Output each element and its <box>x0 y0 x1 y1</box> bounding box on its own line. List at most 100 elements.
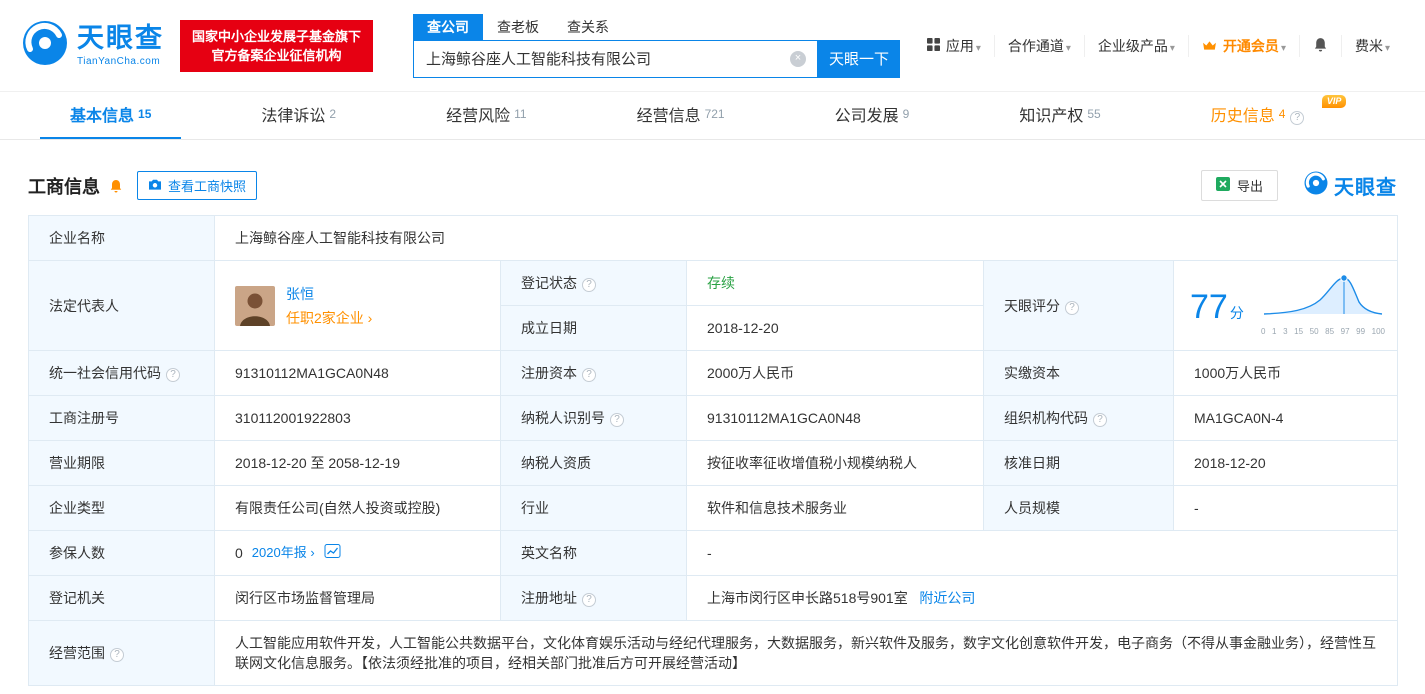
help-icon[interactable] <box>166 368 180 382</box>
reg-capital-value: 2000万人民币 <box>686 350 984 396</box>
search-tab-company[interactable]: 查公司 <box>413 13 484 40</box>
field-label: 工商注册号 <box>28 395 215 441</box>
field-label: 登记机关 <box>28 575 215 621</box>
tab-legal[interactable]: 法律诉讼 2 <box>231 91 366 139</box>
credit-code-value: 91310112MA1GCA0N48 <box>214 350 501 396</box>
grid-apps-icon <box>926 37 940 54</box>
legal-rep-avatar[interactable] <box>235 285 275 326</box>
field-label: 统一社会信用代码 <box>28 350 215 396</box>
field-label: 核准日期 <box>983 440 1174 486</box>
page-tabbar: 基本信息 15 法律诉讼 2 经营风险 11 经营信息 721 公司发展 9 知识产权 55… <box>0 92 1425 140</box>
legal-rep-link[interactable]: 张恒 <box>286 284 372 304</box>
field-label: 法定代表人 <box>28 260 215 351</box>
tab-basic-info[interactable]: 基本信息 15 <box>40 91 182 139</box>
table-row: 企业名称 上海鲸谷座人工智能科技有限公司 <box>28 215 1398 261</box>
tab-operation[interactable]: 经营信息 721 <box>607 91 755 139</box>
tab-risk[interactable]: 经营风险 11 <box>416 91 556 139</box>
annual-report-link[interactable]: 2020年报 › <box>252 543 315 563</box>
table-row: 法定代表人 张恒 任职2家企业 › 登记状态 存续 天眼评分 77分 <box>28 260 1398 351</box>
score-cell: 77 分 0 1 3 15 50 85 97 99 100 <box>1173 260 1398 351</box>
insured-value: 0 2020年报 › <box>214 530 501 576</box>
brand-name: 天眼查 <box>77 22 164 53</box>
nearby-companies-link[interactable]: 附近公司 <box>919 590 975 606</box>
search-area: 查公司 查老板 查关系 天眼一下 <box>413 13 901 78</box>
score-value: 77 分 <box>1190 287 1244 326</box>
table-row: 统一社会信用代码 91310112MA1GCA0N48 注册资本 2000万人民… <box>28 350 1398 396</box>
score-distribution-chart: 0 1 3 15 50 85 97 99 100 <box>1261 272 1385 342</box>
table-row: 参保人数 0 2020年报 › 英文名称 - <box>28 530 1398 576</box>
search-tab-boss[interactable]: 查老板 <box>483 14 553 40</box>
search-tabs: 查公司 查老板 查关系 <box>413 13 900 40</box>
table-row: 营业期限 2018-12-20 至 2058-12-19 纳税人资质 按征收率征… <box>28 440 1398 486</box>
field-label: 成立日期 <box>500 305 687 351</box>
clear-search-icon[interactable] <box>790 50 807 67</box>
eye-logo-icon <box>22 20 68 71</box>
field-label: 天眼评分 <box>983 260 1174 351</box>
eye-logo-icon <box>1304 171 1328 200</box>
org-code-value: MA1GCA0N-4 <box>1173 395 1398 441</box>
tab-development[interactable]: 公司发展 9 <box>805 91 940 139</box>
field-label: 组织机构代码 <box>983 395 1174 441</box>
nav-user[interactable]: 费米 <box>1340 34 1403 57</box>
help-icon[interactable] <box>1290 111 1305 125</box>
help-icon[interactable] <box>582 368 596 382</box>
nav-vip[interactable]: 开通会员 <box>1187 34 1299 57</box>
brand-domain: TianYanCha.com <box>77 55 161 67</box>
monitor-bell-icon[interactable] <box>109 179 123 193</box>
business-info-header: 工商信息 查看工商快照 导出 天眼查 <box>28 170 1397 201</box>
help-icon[interactable] <box>1065 300 1079 315</box>
rep-positions-link[interactable]: 任职2家企业 › <box>286 308 372 328</box>
field-label: 注册地址 <box>500 575 687 621</box>
tab-history[interactable]: 历史信息4 VIP <box>1181 91 1349 139</box>
company-name-value: 上海鲸谷座人工智能科技有限公司 <box>214 215 1398 261</box>
est-date-value: 2018-12-20 <box>686 305 984 351</box>
company-type-value: 有限责任公司(自然人投资或控股) <box>214 485 501 531</box>
help-icon[interactable] <box>1093 413 1107 427</box>
help-icon[interactable] <box>582 278 596 292</box>
address-value: 上海市闵行区申长路518号901室 附近公司 <box>686 575 1398 621</box>
tianyancha-logo[interactable]: 天眼查 TianYanCha.com <box>22 20 164 71</box>
help-icon[interactable] <box>610 413 624 427</box>
field-label: 纳税人识别号 <box>500 395 687 441</box>
watermark-logo: 天眼查 <box>1304 171 1397 200</box>
snapshot-button[interactable]: 查看工商快照 <box>137 171 258 200</box>
field-label: 企业类型 <box>28 485 215 531</box>
table-row: 登记机关 闵行区市场监督管理局 注册地址 上海市闵行区申长路518号901室 附… <box>28 575 1398 621</box>
nav-apps[interactable]: 应用 <box>914 35 994 57</box>
field-label: 参保人数 <box>28 530 215 576</box>
camera-icon <box>148 178 162 193</box>
search-input[interactable] <box>413 39 819 78</box>
nav-notifications[interactable] <box>1298 34 1341 57</box>
industry-value: 软件和信息技术服务业 <box>686 485 984 531</box>
help-icon[interactable] <box>582 593 596 607</box>
tab-ip[interactable]: 知识产权 55 <box>989 91 1130 139</box>
vip-badge: VIP <box>1321 95 1347 108</box>
field-label: 人员规模 <box>983 485 1174 531</box>
paid-capital-value: 1000万人民币 <box>1173 350 1398 396</box>
field-label: 注册资本 <box>500 350 687 396</box>
taxpayer-id-value: 91310112MA1GCA0N48 <box>686 395 984 441</box>
excel-icon <box>1215 177 1230 194</box>
field-label: 营业期限 <box>28 440 215 486</box>
search-button[interactable]: 天眼一下 <box>818 39 901 78</box>
field-label: 行业 <box>500 485 687 531</box>
section-title: 工商信息 <box>28 176 100 197</box>
nav-enterprise[interactable]: 企业级产品 <box>1083 34 1188 57</box>
top-nav: 应用 合作通道 企业级产品 开通会员 费米 <box>914 34 1403 57</box>
authority-value: 闵行区市场监督管理局 <box>214 575 501 621</box>
reg-number-value: 310112001922803 <box>214 395 501 441</box>
trend-chart-icon[interactable] <box>324 543 341 563</box>
search-tab-relation[interactable]: 查关系 <box>553 14 623 40</box>
table-row: 经营范围 人工智能应用软件开发，人工智能公共数据平台，文化体育娱乐活动与经纪代理… <box>28 620 1398 686</box>
certification-badge: 国家中小企业发展子基金旗下 官方备案企业征信机构 <box>180 19 374 72</box>
nav-cooperation[interactable]: 合作通道 <box>993 34 1084 57</box>
field-label: 登记状态 <box>500 260 687 306</box>
business-scope-value: 人工智能应用软件开发，人工智能公共数据平台，文化体育娱乐活动与经纪代理服务，大数… <box>214 620 1398 686</box>
table-row: 工商注册号 310112001922803 纳税人识别号 91310112MA1… <box>28 395 1398 441</box>
taxpayer-quality-value: 按征收率征收增值税小规模纳税人 <box>686 440 984 486</box>
field-label: 实缴资本 <box>983 350 1174 396</box>
reg-status-value: 存续 <box>686 260 984 306</box>
export-button[interactable]: 导出 <box>1200 170 1278 201</box>
score-axis: 0 1 3 15 50 85 97 99 100 <box>1261 326 1385 336</box>
help-icon[interactable] <box>110 648 124 662</box>
